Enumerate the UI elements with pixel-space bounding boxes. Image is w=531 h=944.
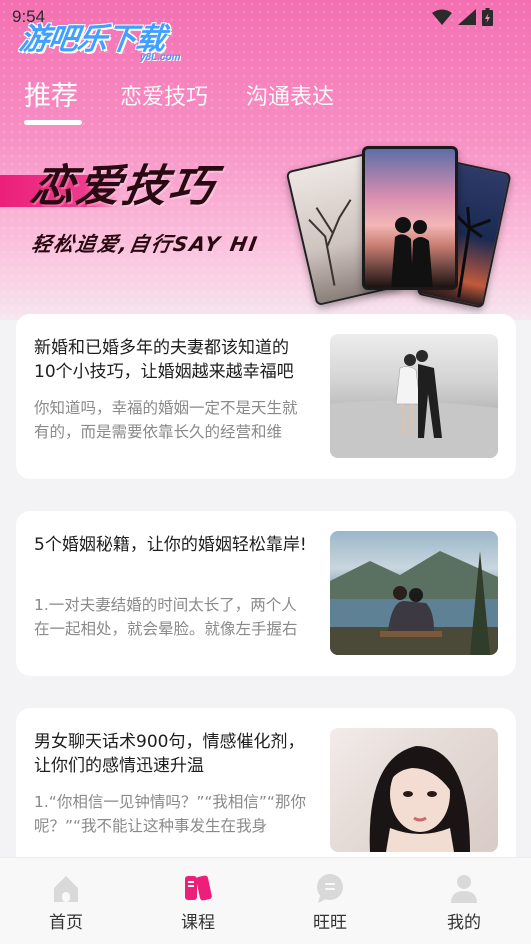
nav-label: 课程 [181,913,215,933]
course-book-icon [185,875,212,901]
tab-label: 推荐 [24,81,78,112]
nav-chat[interactable]: 旺旺 [290,872,370,933]
nav-course[interactable]: 课程 [158,872,238,933]
profile-icon [451,875,477,903]
tab-recommend[interactable]: 推荐 [24,74,82,125]
article-excerpt: 你知道吗，幸福的婚姻一定不是天生就有的，而是需要依靠长久的经营和维护…… [34,399,298,441]
tab-communication[interactable]: 沟通表达 [246,79,334,113]
article-thumbnail [330,334,498,458]
article-thumbnail [330,728,498,852]
app-logo: 游吧乐下载 y8L.com [17,14,185,70]
logo-domain: y8L.com [140,52,181,63]
couple-silhouette [391,217,433,287]
bottom-navigation: 首页 课程 旺旺 我的 [0,857,531,944]
signal-icon [458,9,476,25]
tab-label: 恋爱技巧 [120,85,209,110]
active-tab-indicator [24,120,82,125]
tab-label: 沟通表达 [246,85,335,110]
nav-label: 首页 [49,913,83,933]
category-tabs: 推荐 恋爱技巧 沟通表达 [24,74,372,125]
tab-love-skills[interactable]: 恋爱技巧 [120,79,208,113]
article-card[interactable]: 男女聊天话术900句，情感催化剂，让你们的感情迅速升温 1.“你相信一见钟情吗？… [16,708,516,873]
chat-bubble-icon [317,874,343,903]
nav-profile[interactable]: 我的 [424,872,504,933]
banner-photo-couple [362,146,458,290]
nav-label: 我的 [447,913,481,933]
article-thumbnail [330,531,498,655]
article-excerpt: 1.“你相信一见钟情吗？”“我相信”“那你呢？”“我不能让这种事发生在我身上…… [34,793,306,835]
article-card[interactable]: 新婚和已婚多年的夫妻都该知道的10个小技巧，让婚姻越来越幸福吧 你知道吗，幸福的… [16,314,516,479]
article-title: 5个婚姻秘籍，让你的婚姻轻松靠岸! [34,535,307,555]
battery-charging-icon [482,8,493,26]
article-card[interactable]: 5个婚姻秘籍，让你的婚姻轻松靠岸! 1.一对夫妻结婚的时间太长了，两个人在一起相… [16,511,516,676]
article-title: 男女聊天话术900句，情感催化剂，让你们的感情迅速升温 [34,732,305,776]
hero-banner: 9:54 游吧乐下载 y8L.com 推荐 恋爱技巧 沟通表达 恋爱技巧 轻松追… [0,0,531,320]
wifi-icon [432,9,452,25]
banner-title: 恋爱技巧 [26,161,220,212]
home-icon [54,876,78,902]
banner-subtitle: 轻松追爱,自行SAY HI [29,232,261,256]
article-title: 新婚和已婚多年的夫妻都该知道的10个小技巧，让婚姻越来越幸福吧 [34,338,294,382]
article-excerpt: 1.一对夫妻结婚的时间太长了，两个人在一起相处，就会晕脸。就像左手握右手…… [34,596,298,638]
nav-label: 旺旺 [313,913,347,933]
status-icons [432,8,493,26]
nav-home[interactable]: 首页 [26,872,106,933]
